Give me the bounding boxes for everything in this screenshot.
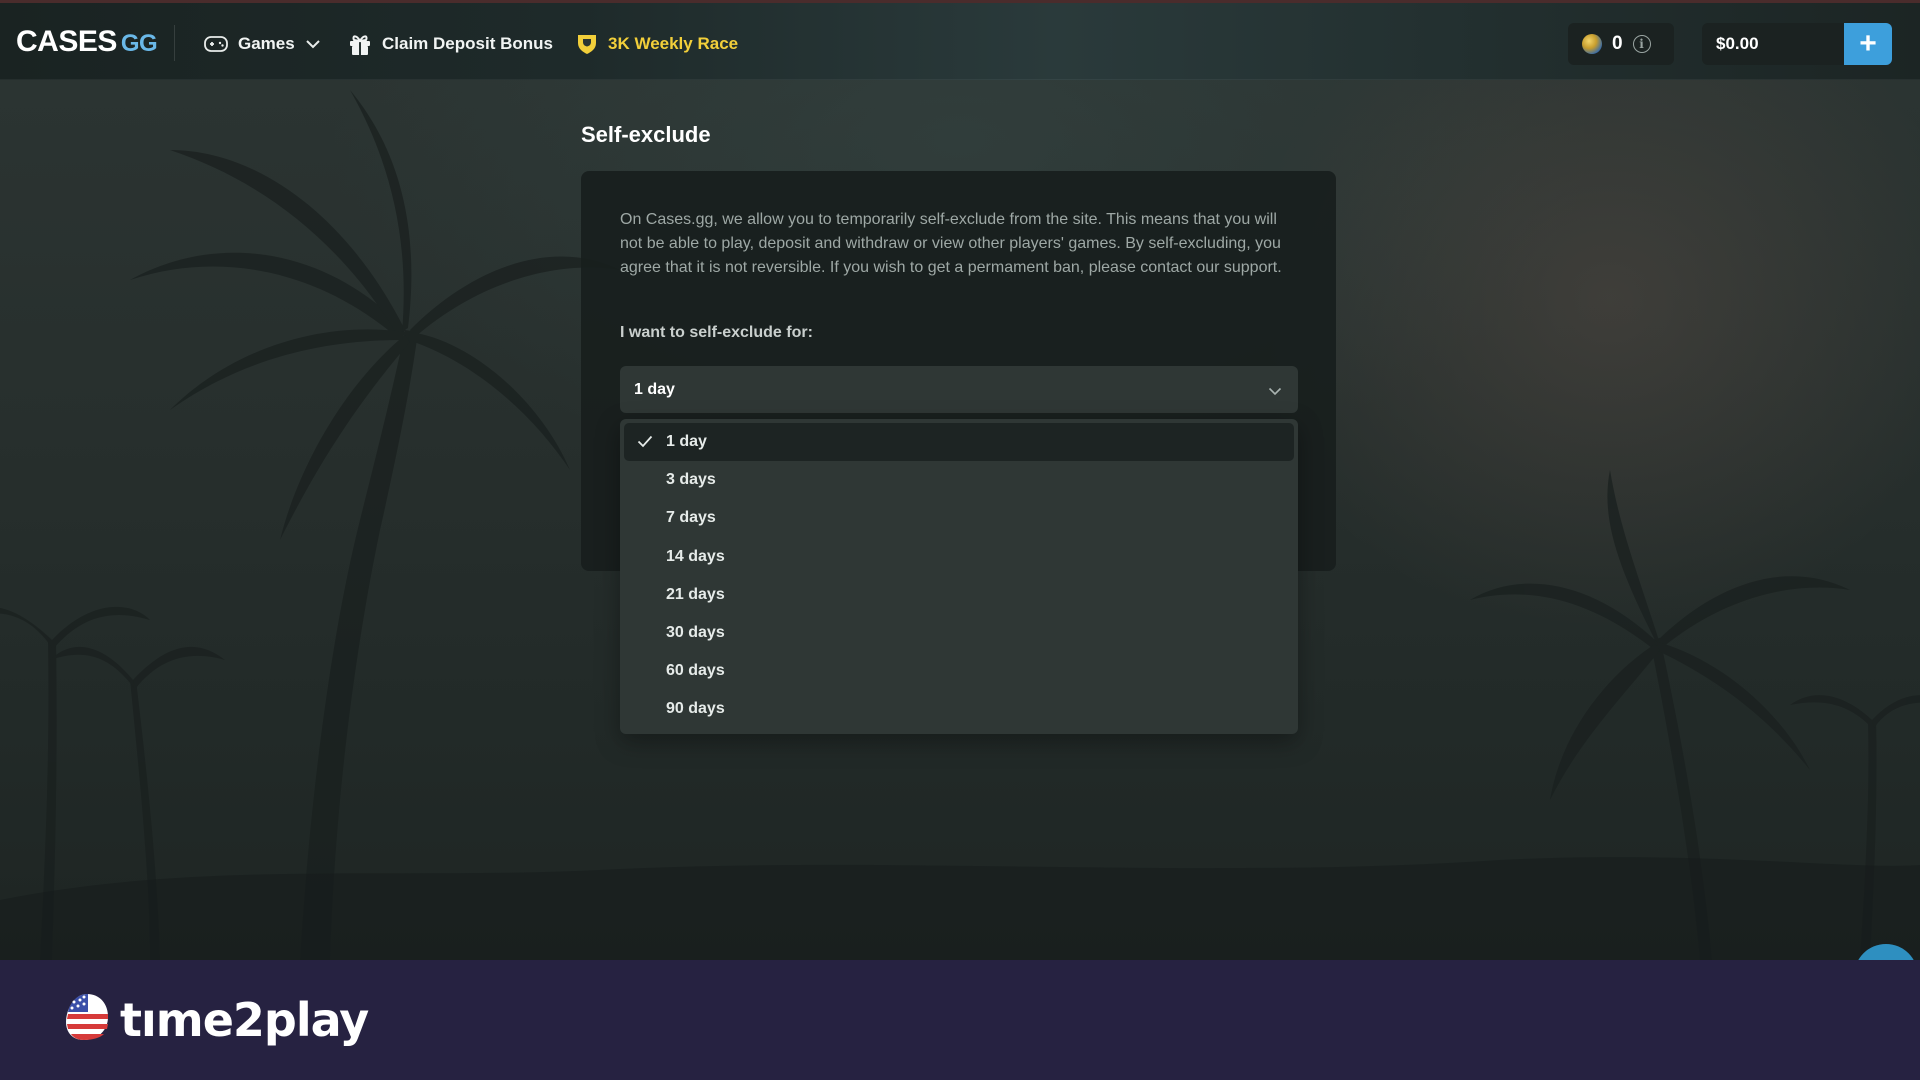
duration-field-label: I want to self-exclude for:: [620, 324, 813, 341]
coin-count: 0: [1612, 33, 1623, 54]
nav-bonus-label: Claim Deposit Bonus: [382, 34, 553, 53]
self-exclude-description: On Cases.gg, we allow you to temporarily…: [620, 211, 1282, 276]
duration-option-label: 1 day: [666, 433, 707, 451]
duration-options-list: 1 day 3 days 7 days 14 days 21 days 30 d…: [620, 419, 1298, 734]
check-icon: [637, 435, 653, 453]
duration-option[interactable]: 1 day: [624, 423, 1294, 462]
gamepad-icon: [204, 35, 228, 53]
info-icon[interactable]: i: [1632, 35, 1651, 53]
logo-main-text: CASES: [16, 25, 117, 58]
duration-option[interactable]: 7 days: [624, 499, 1294, 537]
duration-option[interactable]: 30 days: [624, 614, 1294, 652]
coin-balance-widget[interactable]: 0 i: [1568, 23, 1674, 65]
nav-games-dropdown[interactable]: Games: [204, 29, 321, 59]
page-root: CASES GG Games Claim Deposit Bonus 3K We…: [0, 0, 1920, 1080]
gift-icon: [348, 32, 372, 56]
us-flag-icon: [64, 992, 110, 1047]
deposit-plus-button[interactable]: +: [1844, 23, 1892, 65]
time2play-watermark: tıme2play: [64, 992, 369, 1047]
duration-option-label: 30 days: [666, 624, 725, 642]
duration-option-label: 7 days: [666, 509, 716, 527]
duration-option[interactable]: 90 days: [624, 690, 1294, 728]
chevron-down-icon: [305, 39, 321, 49]
duration-option[interactable]: 14 days: [624, 538, 1294, 576]
time2play-brand-text: tıme2play: [120, 992, 369, 1047]
page-title: Self-exclude: [581, 122, 711, 147]
duration-select[interactable]: 1 day: [620, 366, 1298, 413]
duration-option-label: 21 days: [666, 585, 725, 603]
duration-option-label: 60 days: [666, 662, 725, 680]
site-logo[interactable]: CASES GG: [16, 25, 158, 59]
top-navbar: CASES GG Games Claim Deposit Bonus 3K We…: [0, 0, 1920, 80]
wallet-balance: $0.00: [1702, 23, 1844, 65]
nav-weekly-race[interactable]: 3K Weekly Race: [576, 29, 738, 59]
duration-option[interactable]: 60 days: [624, 652, 1294, 690]
duration-option[interactable]: 3 days: [624, 461, 1294, 499]
trophy-shield-icon: [576, 33, 598, 55]
duration-option-label: 3 days: [666, 471, 716, 489]
nav-games-label: Games: [238, 34, 295, 53]
duration-select-value: 1 day: [634, 380, 675, 398]
duration-option-label: 14 days: [666, 547, 725, 565]
duration-option-label: 90 days: [666, 700, 725, 718]
duration-option[interactable]: 21 days: [624, 576, 1294, 614]
logo-suffix-text: GG: [120, 30, 158, 57]
nav-divider: [174, 25, 175, 61]
coin-icon: [1582, 34, 1602, 54]
nav-claim-deposit-bonus[interactable]: Claim Deposit Bonus: [348, 29, 553, 59]
chevron-down-icon: [1268, 383, 1282, 401]
nav-race-label: 3K Weekly Race: [608, 34, 739, 53]
